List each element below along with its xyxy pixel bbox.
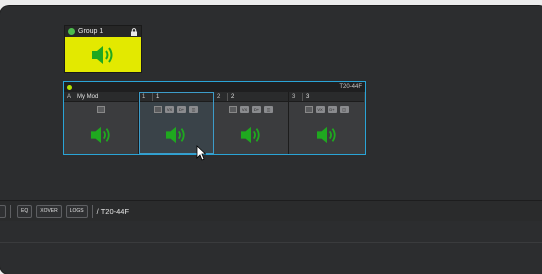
channel-controls: VX D+ ◫ (139, 106, 213, 114)
speaker-icon (316, 126, 336, 144)
group-tile[interactable]: Group 1 (64, 25, 142, 73)
channel-list: A My Mod 1 1 VX D+ ◫ 2 2 VX D+ ◫ 3 3 VX … (64, 92, 365, 154)
channel-controls: VX D+ ◫ (289, 106, 364, 114)
group-body (65, 37, 141, 72)
toolbar-divider (91, 204, 93, 218)
mute-checkbox[interactable] (304, 106, 313, 113)
group-header: Group 1 (65, 26, 141, 37)
mute-checkbox[interactable] (97, 106, 105, 113)
channel-controls: VX D+ ◫ (214, 106, 288, 114)
monitor-button[interactable]: ◫ (339, 106, 349, 113)
channel-3[interactable]: 3 3 VX D+ ◫ (289, 92, 364, 154)
speaker-icon (91, 126, 110, 144)
channel-index: 3 (292, 93, 296, 100)
xover-button[interactable]: XOVER (36, 204, 62, 218)
app-window: Group 1 T20-44F A My Mod 1 1 VX D+ ◫ 2 2… (0, 6, 542, 274)
channel-2[interactable]: 2 2 VX D+ ◫ (214, 92, 289, 154)
toolbar-divider (10, 204, 11, 218)
bottom-panel (0, 221, 542, 274)
header-divider (152, 92, 153, 101)
design-canvas[interactable]: Group 1 T20-44F A My Mod 1 1 VX D+ ◫ 2 2… (0, 6, 542, 196)
monitor-button[interactable]: ◫ (189, 106, 198, 113)
channel-header: 3 3 (289, 92, 364, 102)
dplus-button[interactable]: D+ (177, 106, 186, 113)
group-name: Group 1 (78, 28, 104, 35)
speaker-icon (241, 126, 260, 144)
channel-label: 1 (156, 93, 160, 100)
toolbar-button-partial[interactable] (0, 204, 6, 218)
channel-label: 2 (231, 93, 235, 100)
bottom-toolbar: EQ XOVER LOGS / T20-44F (0, 200, 542, 221)
mute-checkbox[interactable] (229, 106, 237, 113)
channel-index: A (67, 93, 72, 100)
speaker-icon (166, 126, 185, 144)
breadcrumb: / T20-44F (96, 206, 130, 216)
channel-label: My Mod (77, 93, 99, 100)
device-header: T20-44F (64, 82, 365, 92)
dplus-button[interactable]: D+ (327, 106, 337, 113)
device-model: T20-44F (339, 84, 362, 90)
monitor-button[interactable]: ◫ (264, 106, 273, 113)
channel-header: A My Mod (64, 92, 138, 102)
eq-button[interactable]: EQ (17, 204, 33, 218)
channel-label: 3 (306, 93, 310, 100)
device-status-icon (67, 84, 72, 90)
channel-header: 2 2 (214, 92, 288, 102)
header-divider (302, 92, 303, 101)
channel-index: 1 (142, 93, 146, 100)
channel-controls (64, 106, 138, 114)
vx-button[interactable]: VX (165, 106, 174, 113)
group-status-icon (68, 28, 75, 35)
lock-icon[interactable] (130, 27, 138, 36)
mouse-cursor-icon (196, 145, 206, 161)
channel-index: 2 (217, 93, 221, 100)
device-panel[interactable]: T20-44F A My Mod 1 1 VX D+ ◫ 2 2 VX D+ ◫… (63, 81, 366, 155)
vx-button[interactable]: VX (240, 106, 249, 113)
speaker-icon (92, 45, 113, 64)
mute-checkbox[interactable] (154, 106, 162, 113)
channel-header: 1 1 (139, 92, 213, 102)
dplus-button[interactable]: D+ (252, 106, 261, 113)
logs-button[interactable]: LOGS (65, 204, 88, 218)
channel-a[interactable]: A My Mod (64, 92, 139, 154)
vx-button[interactable]: VX (315, 106, 325, 113)
bottom-divider (0, 242, 542, 243)
header-divider (227, 92, 228, 101)
